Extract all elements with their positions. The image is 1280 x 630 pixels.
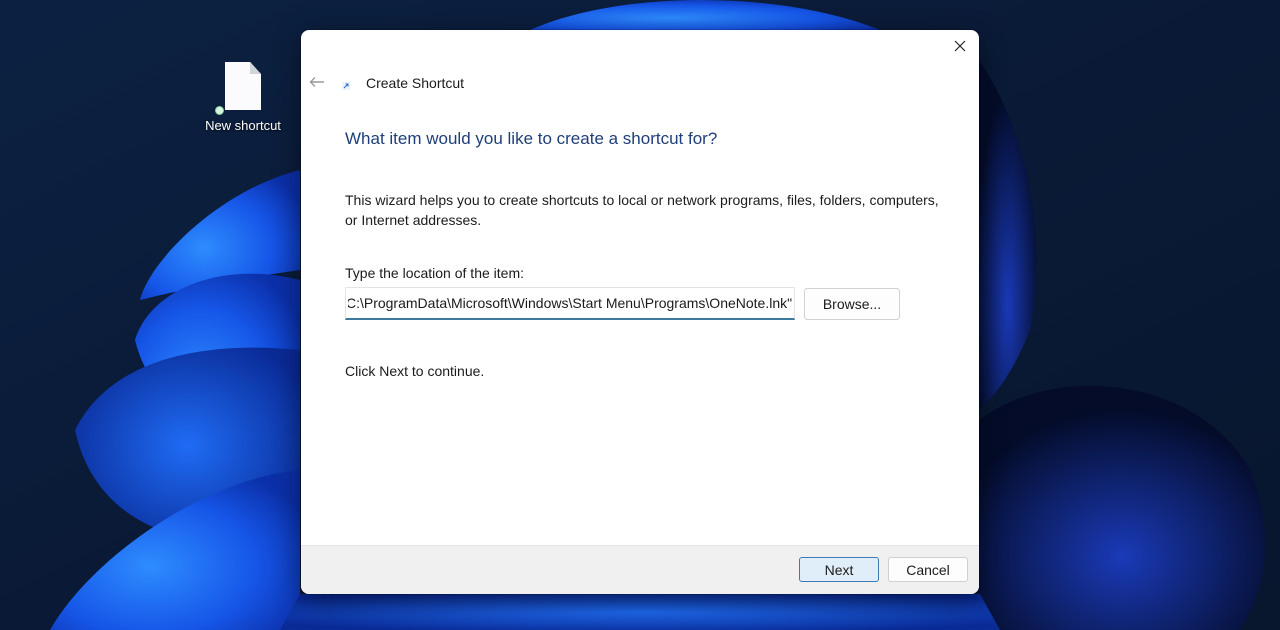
back-button[interactable] bbox=[306, 71, 328, 93]
back-arrow-icon bbox=[309, 77, 324, 87]
blank-file-icon bbox=[225, 62, 261, 110]
wizard-heading: What item would you like to create a sho… bbox=[345, 129, 718, 148]
dialog-footer: Next Cancel bbox=[301, 545, 979, 594]
next-button[interactable]: Next bbox=[799, 557, 879, 582]
close-icon bbox=[954, 40, 966, 52]
browse-button[interactable]: Browse... bbox=[804, 288, 900, 320]
continue-instruction: Click Next to continue. bbox=[345, 363, 485, 379]
file-fold bbox=[250, 62, 261, 74]
desktop-icon-label: New shortcut bbox=[205, 118, 281, 133]
wizard-description: This wizard helps you to create shortcut… bbox=[345, 192, 939, 228]
create-shortcut-dialog: Create Shortcut What item would you like… bbox=[301, 30, 979, 594]
selection-indicator bbox=[215, 106, 224, 115]
cancel-button[interactable]: Cancel bbox=[888, 557, 968, 582]
close-button[interactable] bbox=[941, 30, 979, 62]
location-label: Type the location of the item: bbox=[345, 265, 524, 281]
desktop-icon-new-shortcut[interactable]: New shortcut bbox=[198, 62, 288, 133]
shortcut-arrow-icon bbox=[342, 82, 350, 90]
dialog-title: Create Shortcut bbox=[366, 75, 465, 91]
location-input[interactable] bbox=[345, 287, 795, 320]
